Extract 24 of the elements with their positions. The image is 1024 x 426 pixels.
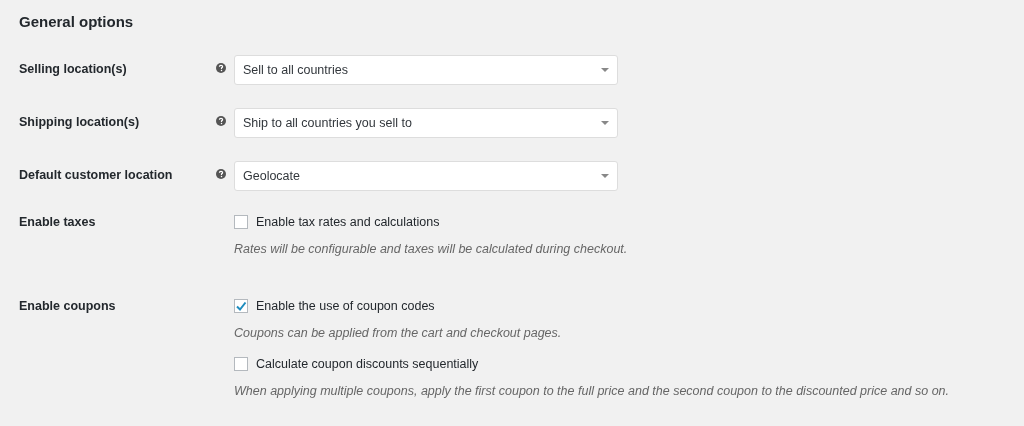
help-icon[interactable]	[216, 63, 226, 73]
field-label: Enable taxes	[19, 214, 97, 230]
caret-icon	[601, 121, 609, 125]
checkbox[interactable]	[234, 299, 248, 313]
field-label: Shipping location(s)	[19, 115, 141, 129]
description-text: Coupons can be applied from the cart and checkout pages.	[234, 326, 563, 340]
description-text: Rates will be configurable and taxes will be calculated during checkout.	[234, 242, 628, 256]
checkbox[interactable]	[234, 215, 248, 229]
select-dropdown[interactable]: Sell to all countries	[234, 55, 618, 85]
caret-icon	[601, 174, 609, 178]
help-icon[interactable]	[216, 116, 226, 126]
help-icon[interactable]	[216, 169, 226, 179]
field-label: Selling location(s)	[19, 62, 128, 76]
description-text: When applying multiple coupons, apply the first coupon to the full price and the second coupon to the discounted price and so on.	[234, 384, 950, 398]
field-label: Default customer location	[19, 168, 174, 182]
field-label: Enable coupons	[19, 298, 117, 314]
checkbox-label[interactable]: Enable tax rates and calculations	[256, 215, 440, 229]
select-dropdown[interactable]: Geolocate	[234, 161, 618, 191]
checkbox-label[interactable]: Calculate coupon discounts sequentially	[256, 357, 479, 371]
checkbox[interactable]	[234, 357, 248, 371]
caret-icon	[601, 68, 609, 72]
section-heading: General options	[19, 13, 135, 31]
select-dropdown[interactable]: Ship to all countries you sell to	[234, 108, 618, 138]
checkbox-label[interactable]: Enable the use of coupon codes	[256, 299, 435, 313]
